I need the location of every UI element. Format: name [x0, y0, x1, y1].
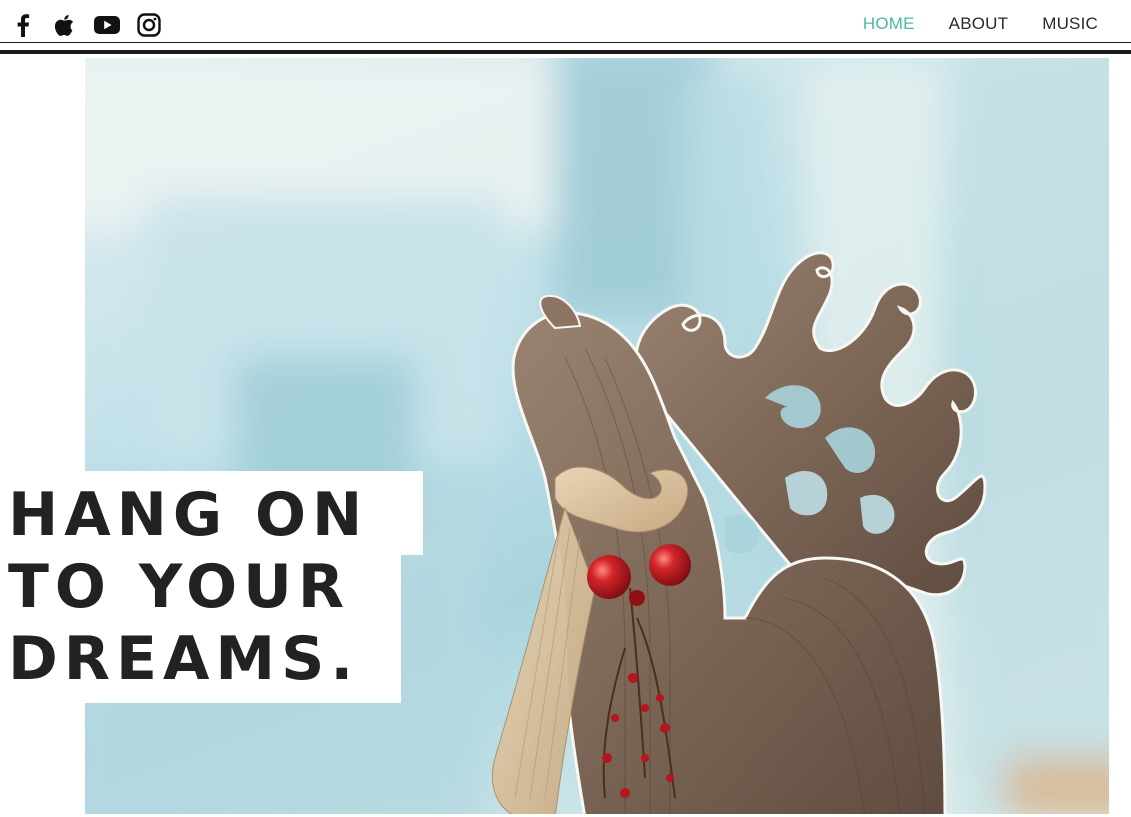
nav-music[interactable]: MUSIC: [1042, 14, 1098, 34]
nav-about[interactable]: ABOUT: [949, 14, 1009, 34]
hero-headline: HANG ON TO YOUR DREAMS.: [8, 479, 418, 695]
youtube-icon[interactable]: [94, 12, 120, 38]
header-divider-thin: [0, 42, 1131, 43]
main-nav: HOME ABOUT MUSIC: [863, 14, 1098, 34]
facebook-icon[interactable]: [10, 12, 36, 38]
instagram-icon[interactable]: [136, 12, 162, 38]
page: HOME ABOUT MUSIC HANG ON TO YOUR DREAMS.: [0, 0, 1131, 817]
header-divider-thick: [0, 50, 1131, 54]
headline-line-3: DREAMS.: [8, 624, 360, 694]
headline-line-1: HANG ON: [8, 480, 369, 550]
headline-line-2: TO YOUR: [8, 552, 351, 622]
social-bar: [10, 12, 162, 38]
nav-home[interactable]: HOME: [863, 14, 915, 34]
apple-icon[interactable]: [52, 12, 78, 38]
